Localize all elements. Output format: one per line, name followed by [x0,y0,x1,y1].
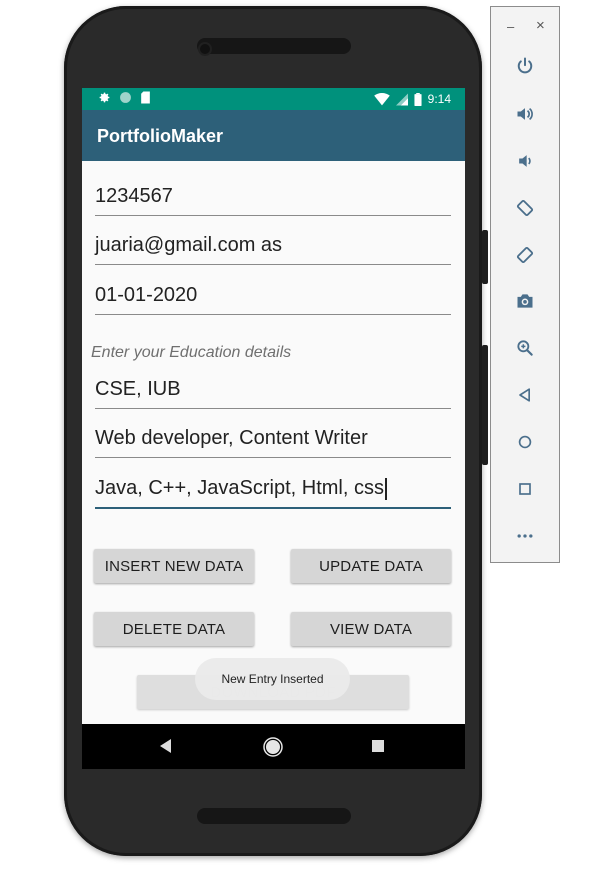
clock: 9:14 [427,92,451,106]
app-title: PortfolioMaker [97,126,224,146]
circle-notification-icon [120,92,131,103]
sd-card-icon [141,91,150,104]
minimize-button[interactable]: – [507,19,514,34]
signal-icon [395,93,408,105]
settings-icon [99,92,110,103]
delete-data-button[interactable]: DELETE DATA [94,612,254,646]
education-field[interactable]: CSE, IUB [95,372,451,409]
date-value: 01-01-2020 [95,284,198,306]
status-bar: 9:14 [82,88,465,110]
bottom-speaker [197,808,351,824]
update-data-button[interactable]: UPDATE DATA [291,549,451,583]
education-value: CSE, IUB [95,378,181,400]
camera-icon[interactable] [514,290,536,312]
recents-icon[interactable] [371,739,385,753]
experience-value: Web developer, Content Writer [95,427,368,449]
front-camera [200,44,210,54]
email-value: juaria@gmail.com as [95,234,283,256]
device-screen: 9:14 PortfolioMaker 1234567 juaria@gmail… [82,88,465,769]
close-button[interactable]: × [536,17,545,34]
volume-up-icon[interactable] [514,103,536,125]
date-field[interactable]: 01-01-2020 [95,278,451,315]
home-icon[interactable] [263,737,283,757]
rotate-left-icon[interactable] [514,197,536,219]
volume-rocker [482,230,488,284]
app-bar: PortfolioMaker [82,110,465,161]
phone-field[interactable]: 1234567 [95,179,451,216]
text-cursor [384,477,387,500]
battery-icon [414,92,422,106]
insert-new-data-button[interactable]: INSERT NEW DATA [94,549,254,583]
emulator-toolbar: – × [490,6,560,563]
home-icon[interactable] [514,431,536,453]
rotate-right-icon[interactable] [514,244,536,266]
volume-down-icon[interactable] [514,150,536,172]
skills-field[interactable]: Java, C++, JavaScript, Html, css [95,471,451,509]
navigation-bar [82,724,465,769]
overview-icon[interactable] [514,478,536,500]
phone-value: 1234567 [95,185,173,207]
back-icon[interactable] [159,736,173,756]
power-side-button [482,345,488,465]
toast-message: New Entry Inserted [195,658,350,700]
experience-field[interactable]: Web developer, Content Writer [95,421,451,458]
wifi-icon [373,92,390,105]
skills-value: Java, C++, JavaScript, Html, css [95,477,384,499]
back-icon[interactable] [514,384,536,406]
education-hint-label: Enter your Education details [91,344,292,361]
power-icon[interactable] [514,55,536,77]
top-speaker [197,38,351,54]
more-icon[interactable] [514,525,536,547]
email-field[interactable]: juaria@gmail.com as [95,228,451,265]
zoom-icon[interactable] [514,337,536,359]
view-data-button[interactable]: VIEW DATA [291,612,451,646]
